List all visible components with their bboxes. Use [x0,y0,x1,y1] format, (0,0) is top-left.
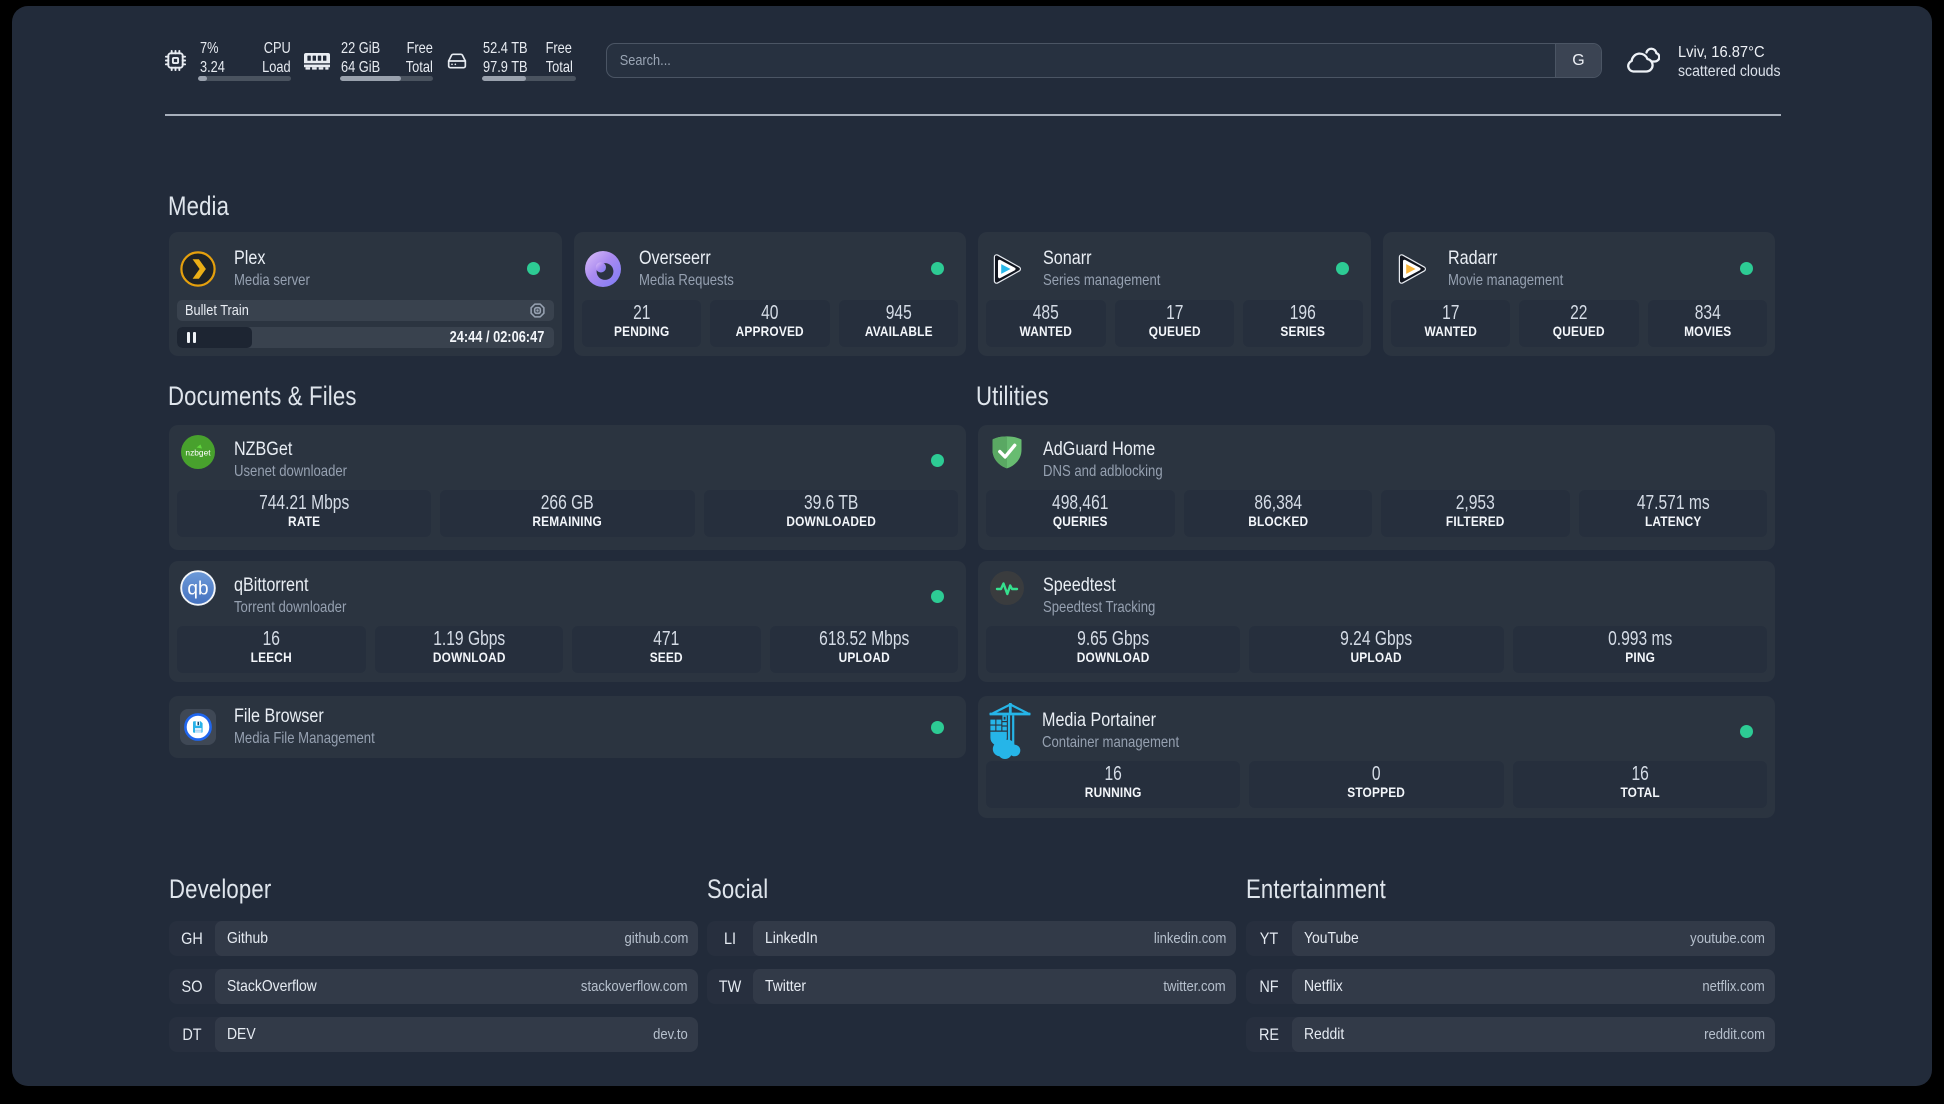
svg-text:qb: qb [187,579,208,600]
svg-text:nzbget: nzbget [185,447,211,457]
